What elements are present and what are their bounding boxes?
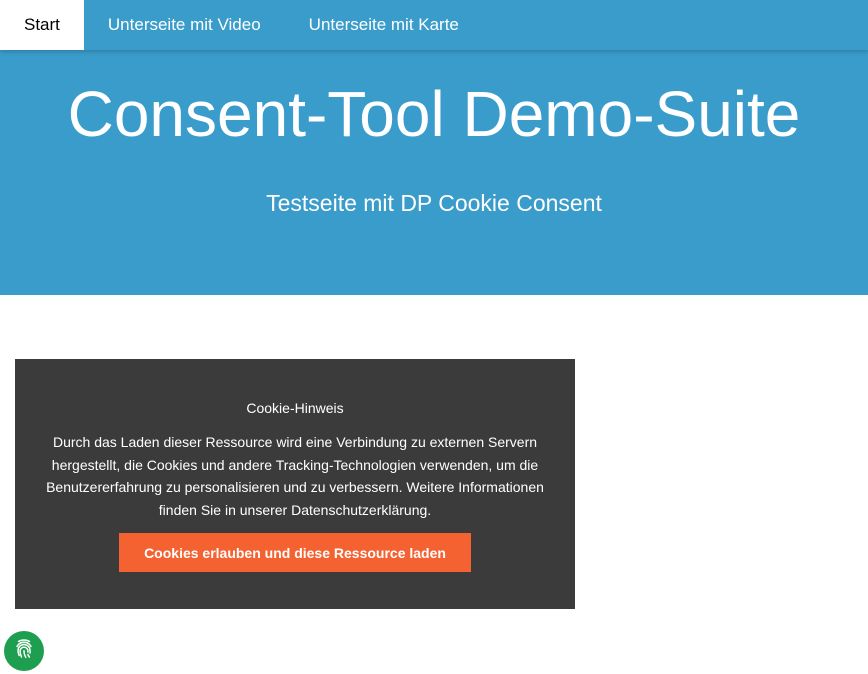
cookie-consent-placeholder: Cookie-Hinweis Durch das Laden dieser Re… <box>15 359 575 609</box>
fingerprint-icon <box>12 637 36 666</box>
hero-banner: Consent-Tool Demo-Suite Testseite mit DP… <box>0 50 868 295</box>
consent-heading: Cookie-Hinweis <box>246 400 344 416</box>
consent-text: Durch das Laden dieser Ressource wird ei… <box>46 434 544 518</box>
page-title: Consent-Tool Demo-Suite <box>67 78 801 150</box>
nav-item-label: Unterseite mit Video <box>107 15 261 34</box>
page-subtitle: Testseite mit DP Cookie Consent <box>266 190 602 216</box>
nav-item-video[interactable]: Unterseite mit Video <box>84 0 285 50</box>
allow-cookies-button[interactable]: Cookies erlauben und diese Ressource lad… <box>119 533 471 572</box>
nav-item-label: Unterseite mit Karte <box>308 15 459 34</box>
nav-item-map[interactable]: Unterseite mit Karte <box>285 0 483 50</box>
cookie-settings-button[interactable] <box>4 631 44 671</box>
page: Start Unterseite mit Video Unterseite mi… <box>0 0 868 674</box>
nav-item-label: Start <box>24 15 60 34</box>
top-navbar: Start Unterseite mit Video Unterseite mi… <box>0 0 868 50</box>
nav-item-start[interactable]: Start <box>0 0 84 50</box>
